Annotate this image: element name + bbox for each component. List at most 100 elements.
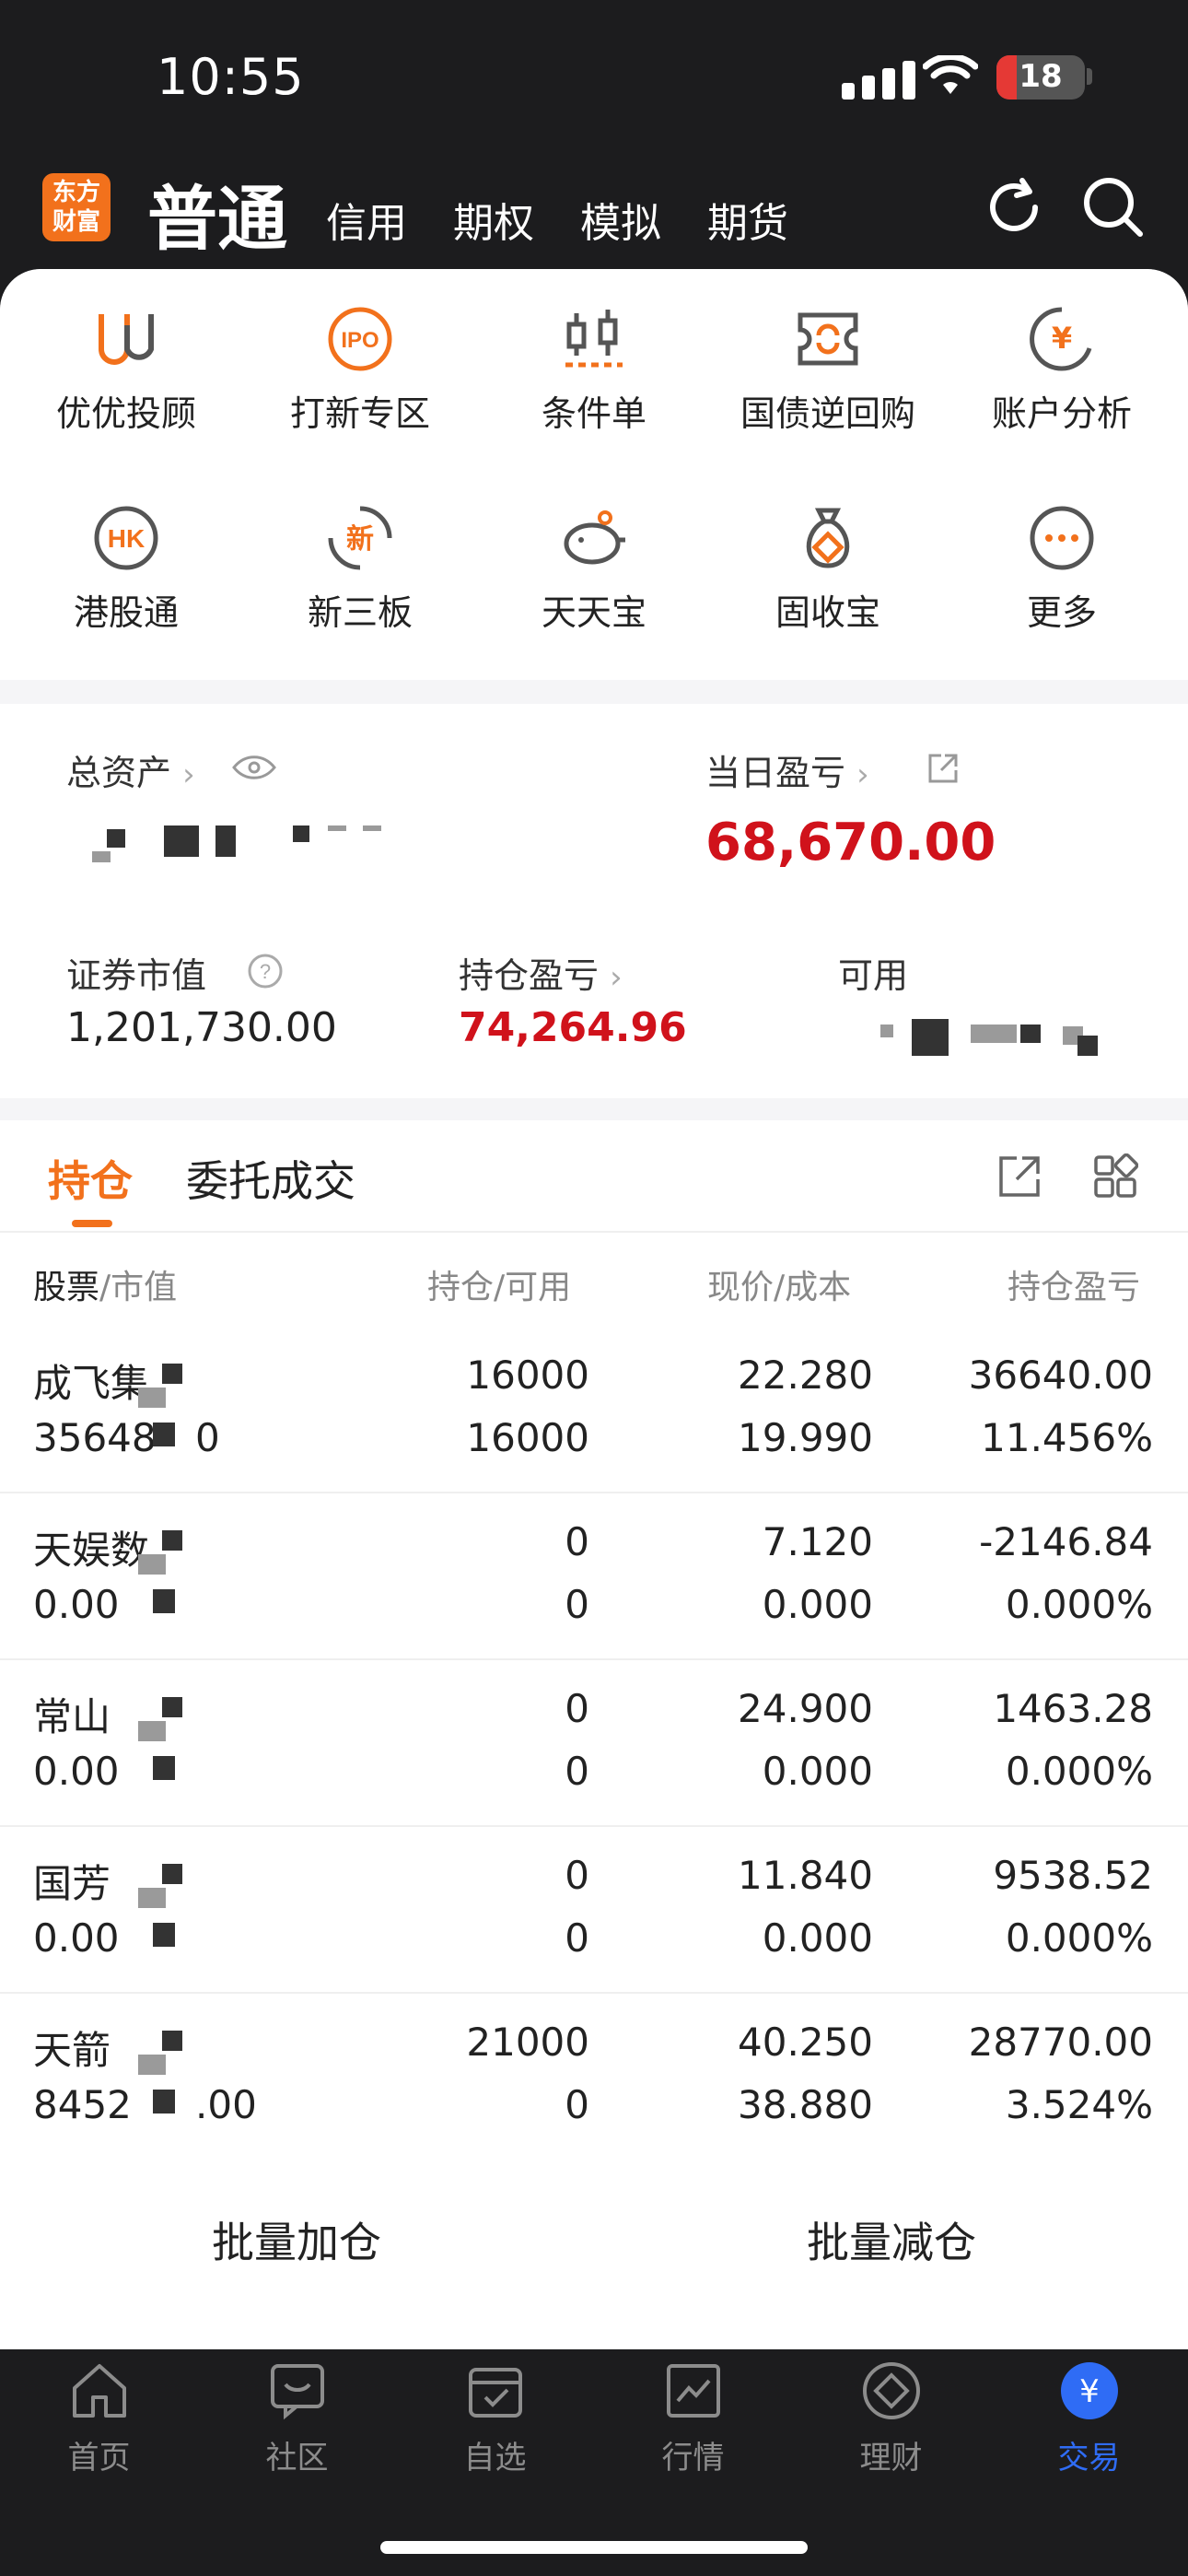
tabbar-home[interactable]: 首页: [0, 2360, 198, 2477]
chevron-right-icon: ›: [856, 756, 869, 793]
nav-tab-normal[interactable]: 普通: [147, 162, 287, 263]
position-pl: 36640.00: [968, 1352, 1153, 1398]
grid-item-uu-advisor[interactable]: 优优投顾: [7, 302, 245, 436]
hk-connect-icon: HK: [94, 506, 158, 570]
total-assets-label[interactable]: 总资产 ›: [66, 744, 195, 795]
cost-price: 0.000: [762, 1582, 873, 1627]
tabbar-market[interactable]: 行情: [594, 2360, 792, 2477]
position-pl: 9538.52: [993, 1853, 1153, 1898]
cost-price: 0.000: [762, 1915, 873, 1961]
nav-tab-credit[interactable]: 信用: [326, 190, 407, 249]
new-third-board-icon: 新: [328, 506, 392, 570]
watchlist-icon: [468, 2368, 522, 2418]
cellular-signal-icon: [842, 61, 915, 100]
account-analysis-icon: ¥: [1030, 307, 1092, 371]
grid-item-tiantianbao[interactable]: 天天宝: [475, 501, 713, 635]
batch-add-button[interactable]: 批量加仓: [0, 2174, 593, 2311]
refresh-icon[interactable]: [982, 175, 1046, 240]
nav-tab-options[interactable]: 期权: [453, 190, 534, 249]
tabbar-wealth[interactable]: 理财: [792, 2360, 990, 2477]
function-grid: 优优投顾 IPO 打新专区 条件单 国债逆回购 ¥ 账户分析 HK 港股通 新 …: [0, 269, 1188, 680]
available: 0: [565, 1915, 589, 1961]
position: 21000: [466, 2020, 589, 2065]
position-pl-percent: 0.000%: [1005, 1915, 1153, 1961]
svg-text:HK: HK: [108, 524, 145, 553]
table-row[interactable]: 国芳 0.00 0 0 11.840 0.000 9538.52 0.000%: [0, 1827, 1188, 1993]
available: 0: [565, 2082, 589, 2127]
svg-text:¥: ¥: [1079, 2373, 1100, 2410]
export-icon[interactable]: [996, 1153, 1042, 1200]
header-stock-marketvalue[interactable]: 股票/市值: [33, 1260, 177, 1308]
battery-level: 18: [1019, 58, 1063, 95]
market-value-label: 证券市值: [66, 955, 207, 996]
batch-reduce-button[interactable]: 批量减仓: [595, 2174, 1188, 2311]
table-row[interactable]: 成飞集 35648 16000 16000 22.280 19.990 36640.00 11…: [0, 1327, 1188, 1493]
position-pl-label[interactable]: 持仓盈亏 ›: [459, 947, 623, 998]
grid-item-condition-order[interactable]: 条件单: [475, 302, 713, 436]
current-price: 11.840: [738, 1853, 873, 1898]
header-position-pl[interactable]: 持仓盈亏: [1007, 1260, 1140, 1308]
market-value: 8452: [33, 2082, 132, 2127]
divider: [0, 1231, 1188, 1233]
community-icon: [270, 2364, 324, 2420]
daily-pl-label[interactable]: 当日盈亏 ›: [705, 744, 869, 795]
header-price-cost[interactable]: 现价/成本: [707, 1260, 851, 1308]
wifi-icon: [923, 55, 978, 94]
more-icon: [1030, 506, 1094, 570]
tab-orders[interactable]: 委托成交: [186, 1148, 355, 1209]
tabbar-watchlist[interactable]: 自选: [396, 2360, 594, 2477]
grid-item-account-analysis[interactable]: ¥ 账户分析: [943, 302, 1181, 436]
nav-tab-simulation[interactable]: 模拟: [580, 190, 661, 249]
table-row[interactable]: 常山 0.00 0 0 24.900 0.000 1463.28 0.000%: [0, 1660, 1188, 1826]
market-value: 0.00: [33, 1582, 120, 1627]
uu-advisor-icon: [99, 314, 154, 365]
current-price: 40.250: [738, 2020, 873, 2065]
grid-item-hk-connect[interactable]: HK 港股通: [7, 501, 245, 635]
daily-pl-value: 68,670.00: [705, 813, 996, 872]
market-value: 35648: [33, 1415, 157, 1460]
cost-price: 19.990: [738, 1415, 873, 1460]
grid-item-more[interactable]: 更多: [943, 501, 1181, 635]
market-value-tail: .00: [195, 2082, 257, 2127]
available: 16000: [466, 1415, 589, 1460]
nav-tab-futures[interactable]: 期货: [707, 190, 788, 249]
layout-grid-icon[interactable]: [1092, 1153, 1138, 1200]
market-value: 0.00: [33, 1749, 120, 1794]
eye-icon[interactable]: [232, 754, 276, 781]
position: 0: [565, 1519, 589, 1564]
cost-price: 38.880: [738, 2082, 873, 2127]
stock-name: 天娱数: [33, 1528, 150, 1573]
svg-text:?: ?: [260, 960, 271, 983]
position-pl-value: 74,264.96: [459, 1004, 687, 1051]
app-logo[interactable]: 东方 财富: [42, 173, 111, 241]
wealth-icon: [862, 2362, 920, 2419]
tab-holdings[interactable]: 持仓: [48, 1148, 133, 1209]
current-price: 24.900: [738, 1686, 873, 1731]
help-icon[interactable]: ?: [247, 953, 284, 989]
available: 0: [565, 1582, 589, 1627]
search-icon[interactable]: [1079, 173, 1146, 240]
stock-name: 常山: [33, 1694, 111, 1739]
share-icon[interactable]: [926, 752, 960, 785]
chevron-right-icon: ›: [182, 756, 195, 793]
condition-order-icon: [565, 310, 623, 368]
table-row[interactable]: 天箭 8452 21000 0 40.250 38.880 28770.00 3.524% .0…: [0, 1994, 1188, 2160]
header-position-available[interactable]: 持仓/可用: [427, 1260, 571, 1308]
home-icon: [72, 2364, 126, 2418]
tabbar-trade[interactable]: ¥ 交易: [990, 2360, 1188, 2477]
grid-item-reverse-repo[interactable]: 国债逆回购: [709, 302, 947, 436]
stock-name: 成飞集: [33, 1361, 150, 1406]
grid-item-new-third-board[interactable]: 新 新三板: [241, 501, 479, 635]
grid-item-ipo[interactable]: IPO 打新专区: [241, 302, 479, 436]
position-pl-percent: 0.000%: [1005, 1749, 1153, 1794]
grid-item-fixed-income[interactable]: 固收宝: [709, 501, 947, 635]
table-row[interactable]: 天娱数 0.00 0 0 7.120 0.000 -2146.84 0.000%: [0, 1493, 1188, 1659]
tabbar-community[interactable]: 社区: [198, 2360, 396, 2477]
current-price: 7.120: [762, 1519, 873, 1564]
status-time: 10:55: [157, 48, 305, 106]
ipo-icon: IPO: [328, 307, 392, 371]
svg-text:¥: ¥: [1052, 321, 1072, 356]
reverse-repo-icon: [798, 312, 858, 366]
position: 16000: [466, 1352, 589, 1398]
current-price: 22.280: [738, 1352, 873, 1398]
